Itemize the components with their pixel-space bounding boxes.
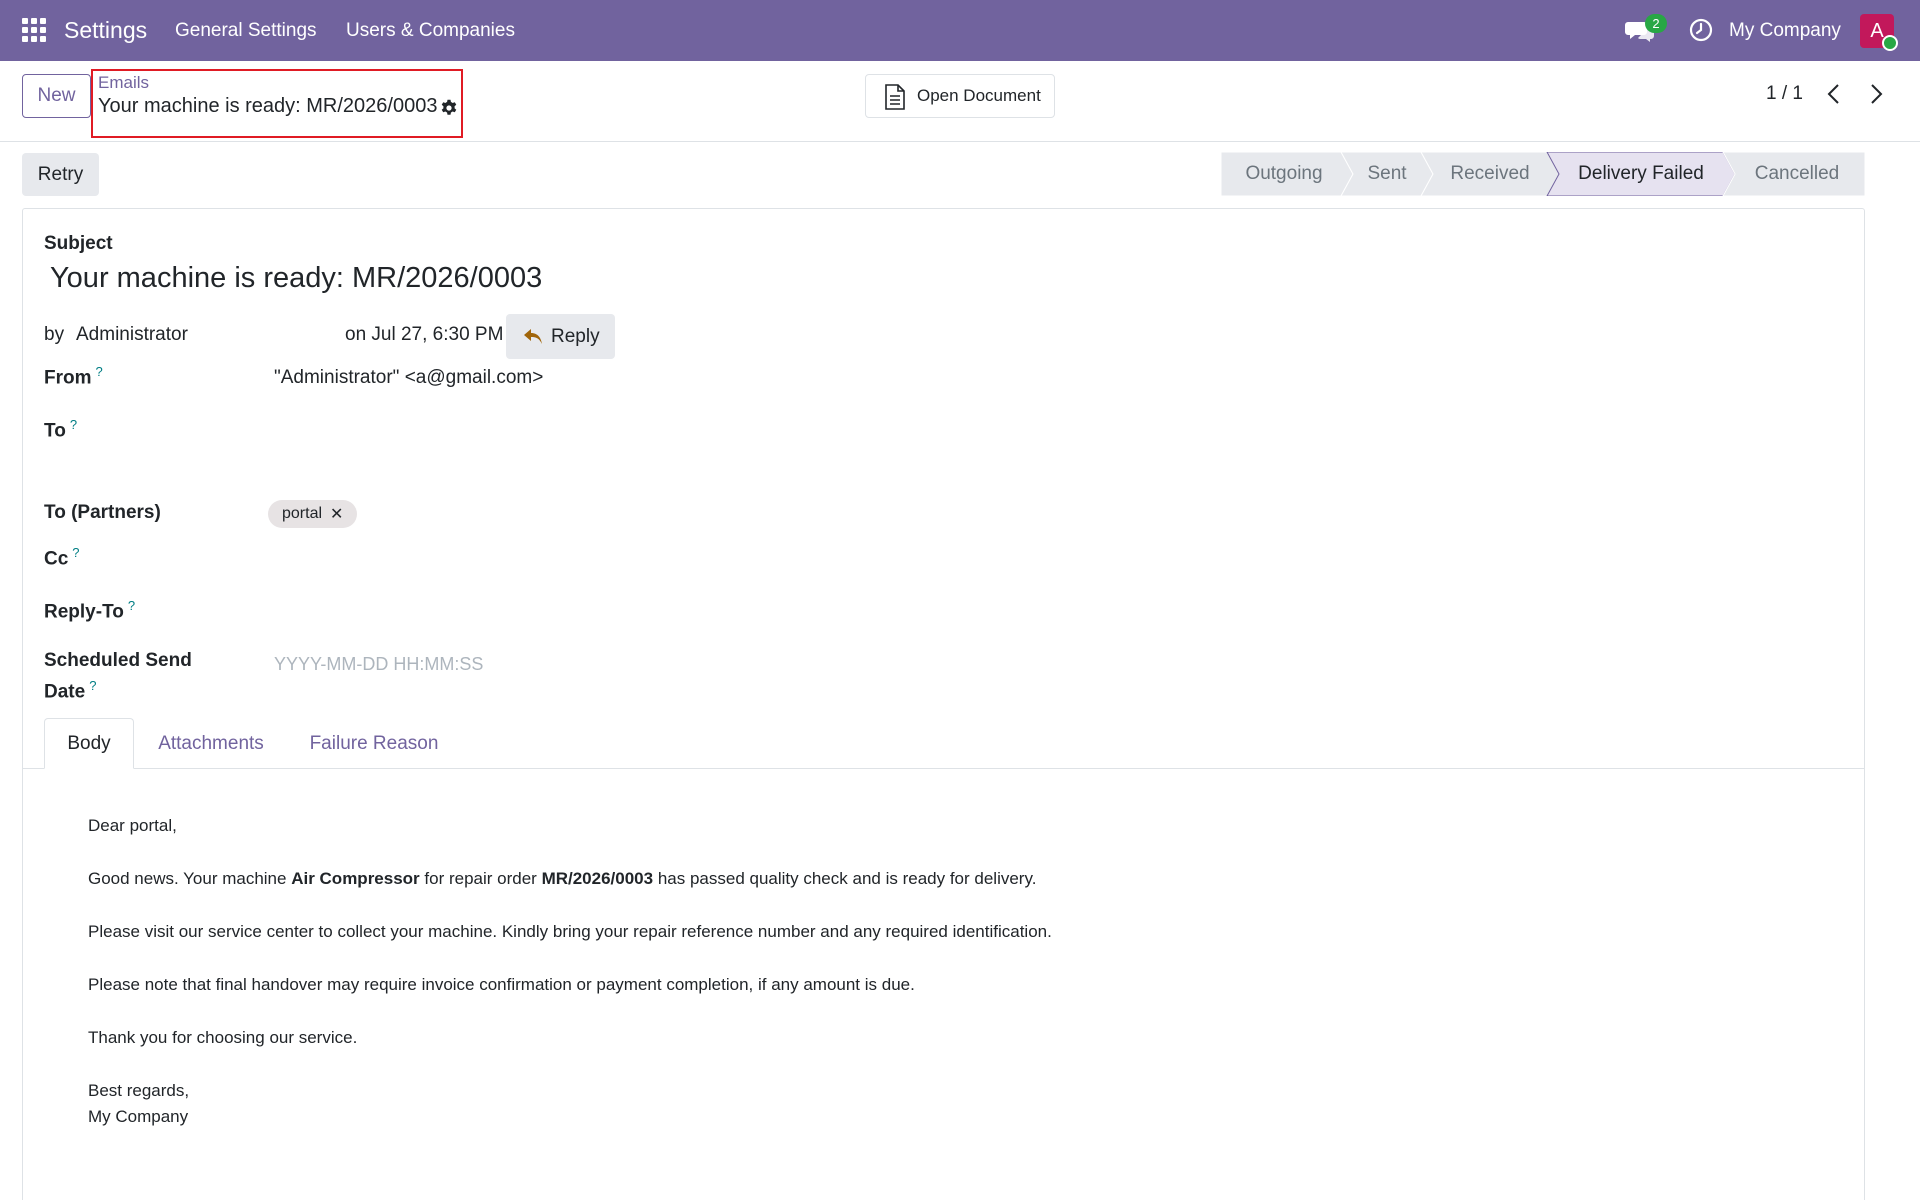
- body-paragraph-2: Please visit our service center to colle…: [88, 922, 1052, 941]
- app-menu-icon[interactable]: [22, 18, 46, 42]
- tab-attachments[interactable]: Attachments: [144, 718, 278, 769]
- to-partners-label: To (Partners): [44, 502, 161, 523]
- body-signature: My Company: [88, 1107, 189, 1126]
- partner-tag-label: portal: [282, 505, 323, 522]
- gear-icon[interactable]: [440, 99, 458, 117]
- chevron-left-icon[interactable]: [1822, 81, 1846, 107]
- partner-tag[interactable]: portal ✕: [268, 500, 358, 528]
- breadcrumb: Emails Your machine is ready: MR/2026/00…: [91, 69, 463, 138]
- form-sheet: [22, 208, 1865, 1200]
- cc-label: Cc?: [44, 545, 80, 570]
- body-closing: Best regards,: [88, 1081, 190, 1100]
- body-paragraph-3: Please note that final handover may requ…: [88, 975, 915, 994]
- company-switcher[interactable]: My Company: [1729, 20, 1841, 42]
- retry-button[interactable]: Retry: [22, 153, 99, 196]
- stage-outgoing[interactable]: Outgoing: [1221, 152, 1347, 196]
- to-label: To?: [44, 417, 78, 442]
- presence-status-dot: [1882, 35, 1898, 51]
- subject-label: Subject: [44, 233, 113, 254]
- tab-body[interactable]: Body: [44, 718, 134, 769]
- help-tooltip-icon[interactable]: ?: [70, 417, 77, 432]
- scheduled-send-date-label: Scheduled Send: [44, 650, 192, 671]
- author-value[interactable]: Administrator: [76, 324, 188, 346]
- reply-label: Reply: [551, 326, 600, 347]
- tab-failure-reason[interactable]: Failure Reason: [298, 718, 450, 769]
- open-document-label: Open Document: [917, 86, 1041, 105]
- open-document-button[interactable]: Open Document: [865, 74, 1055, 118]
- stage-cancelled[interactable]: Cancelled: [1729, 152, 1865, 196]
- menu-users-companies[interactable]: Users & Companies: [346, 20, 515, 42]
- new-button[interactable]: New: [22, 74, 91, 118]
- body-paragraph-4: Thank you for choosing our service.: [88, 1028, 358, 1047]
- breadcrumb-emails-link[interactable]: Emails: [98, 73, 149, 93]
- app-name[interactable]: Settings: [64, 17, 147, 44]
- scheduled-send-date-input[interactable]: YYYY-MM-DD HH:MM:SS: [274, 654, 483, 675]
- stage-received[interactable]: Received: [1427, 152, 1553, 196]
- status-bar: Outgoing Sent Received Delivery Failed C…: [1221, 152, 1865, 196]
- repair-order-number: MR/2026/0003: [541, 869, 654, 888]
- breadcrumb-current-record: Your machine is ready: MR/2026/0003: [98, 95, 438, 117]
- scheduled-send-date-label-line2: Date?: [44, 678, 97, 703]
- body-paragraph-1: Good news. Your machine Air Compressor f…: [88, 869, 1037, 888]
- date-value: on Jul 27, 6:30 PM: [345, 324, 504, 345]
- reply-arrow-icon: [524, 329, 542, 344]
- messages-count-badge: 2: [1645, 14, 1667, 33]
- machine-name: Air Compressor: [291, 869, 420, 888]
- body-greeting: Dear portal,: [88, 816, 177, 835]
- chevron-right-icon[interactable]: [1864, 81, 1888, 107]
- pager-value[interactable]: 1 / 1: [1766, 83, 1803, 105]
- document-icon: [885, 84, 905, 110]
- from-label: From?: [44, 364, 103, 389]
- activity-clock-icon[interactable]: [1689, 18, 1713, 42]
- close-icon[interactable]: ✕: [330, 504, 343, 524]
- stage-delivery-failed[interactable]: Delivery Failed: [1553, 152, 1729, 196]
- help-tooltip-icon[interactable]: ?: [96, 364, 103, 379]
- menu-general-settings[interactable]: General Settings: [175, 20, 317, 42]
- from-value[interactable]: "Administrator" <a@gmail.com>: [274, 367, 543, 389]
- help-tooltip-icon[interactable]: ?: [128, 598, 135, 613]
- top-navbar: Settings General Settings Users & Compan…: [0, 0, 1920, 61]
- help-tooltip-icon[interactable]: ?: [72, 545, 79, 560]
- subject-value[interactable]: Your machine is ready: MR/2026/0003: [50, 262, 542, 295]
- by-label: by: [44, 324, 65, 345]
- control-panel: New Emails Your machine is ready: MR/202…: [0, 61, 1920, 142]
- help-tooltip-icon[interactable]: ?: [89, 678, 96, 693]
- reply-button[interactable]: Reply: [506, 314, 615, 359]
- reply-to-label: Reply-To?: [44, 598, 136, 623]
- stage-sent[interactable]: Sent: [1347, 152, 1427, 196]
